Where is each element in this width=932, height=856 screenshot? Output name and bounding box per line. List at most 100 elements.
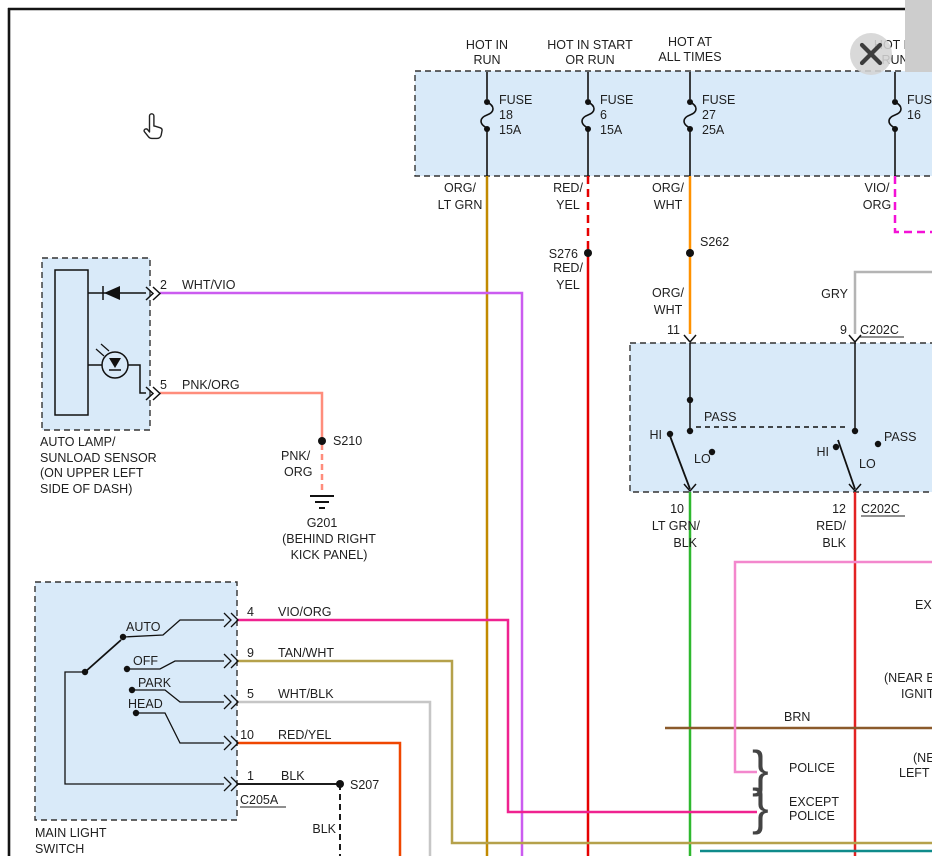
wire-label: ORG/ bbox=[444, 181, 476, 195]
label-pass-left: PASS bbox=[704, 410, 736, 424]
pin-number-1: 1 bbox=[247, 769, 254, 783]
pin-number-11: 11 bbox=[667, 323, 680, 337]
label-police: POLICE bbox=[789, 761, 835, 775]
position-label-auto: AUTO bbox=[126, 620, 161, 634]
supply-label: OR RUN bbox=[565, 53, 614, 67]
splice-label-s262: S262 bbox=[700, 235, 729, 249]
connector-label-c202c-top[interactable]: C202C bbox=[860, 323, 899, 337]
contact-hi-right bbox=[833, 444, 839, 450]
fuse-amps: 25A bbox=[702, 123, 725, 137]
sunload-sensor-box bbox=[42, 258, 150, 430]
fuse-number: 27 bbox=[702, 108, 716, 122]
partial-label-ne: (NE bbox=[913, 751, 932, 765]
pin-number-2: 2 bbox=[160, 278, 167, 292]
wire-label: ORG/ bbox=[652, 286, 684, 300]
sensor-caption: (ON UPPER LEFT bbox=[40, 466, 144, 480]
pin-number-10: 10 bbox=[240, 728, 254, 742]
wire-label-blk: BLK bbox=[281, 769, 305, 783]
fuse-name: FUSE bbox=[600, 93, 633, 107]
supply-label: ALL TIMES bbox=[658, 50, 721, 64]
label-lo-left: LO bbox=[694, 452, 711, 466]
wire-label-ltgrn-blk: LT GRN/ bbox=[652, 519, 701, 533]
switch-caption: SWITCH bbox=[35, 842, 84, 856]
wire-label: RED/ bbox=[553, 181, 583, 195]
wiring-diagram-viewer: HOT IN RUN HOT IN START OR RUN HOT AT AL… bbox=[0, 0, 932, 856]
wire-label-vio-org: VIO/ORG bbox=[278, 605, 331, 619]
wire-label: ORG bbox=[863, 198, 891, 212]
contact-auto bbox=[120, 634, 126, 640]
label-except-police: POLICE bbox=[789, 809, 835, 823]
brace-except-police: } bbox=[752, 779, 769, 835]
pin-number-9: 9 bbox=[247, 646, 254, 660]
splice-dot-s207 bbox=[336, 780, 344, 788]
sensor-caption: SUNLOAD SENSOR bbox=[40, 451, 157, 465]
supply-label: HOT IN bbox=[466, 38, 508, 52]
wire-label-blk-bottom: BLK bbox=[312, 822, 336, 836]
wire-label-red-yel: RED/YEL bbox=[278, 728, 332, 742]
position-label-park: PARK bbox=[138, 676, 172, 690]
partial-label-near: (NEAR BR bbox=[884, 671, 932, 685]
partial-label-left: LEFT F bbox=[899, 766, 932, 780]
wire-label-red-blk: RED/ bbox=[816, 519, 846, 533]
wire-label: PNK/ bbox=[281, 449, 311, 463]
fuse-number: 6 bbox=[600, 108, 607, 122]
wire-label: WHT bbox=[654, 303, 683, 317]
ground-label-g201: G201 bbox=[307, 516, 338, 530]
sensor-caption: SIDE OF DASH) bbox=[40, 482, 132, 496]
pin-number-12: 12 bbox=[832, 502, 846, 516]
contact-park bbox=[129, 687, 135, 693]
switch-pivot bbox=[82, 669, 88, 675]
wire-label: LT GRN bbox=[438, 198, 483, 212]
pin-number-5: 5 bbox=[160, 378, 167, 392]
sensor-caption: AUTO LAMP/ bbox=[40, 435, 116, 449]
ground-location: (BEHIND RIGHT bbox=[282, 532, 376, 546]
splice-dot-s276 bbox=[584, 249, 592, 257]
position-label-off: OFF bbox=[133, 654, 158, 668]
label-lo-right: LO bbox=[859, 457, 876, 471]
wire-label: YEL bbox=[556, 198, 580, 212]
connector-label-c202c-bottom[interactable]: C202C bbox=[861, 502, 900, 516]
wire-label-pnk-org: PNK/ORG bbox=[182, 378, 240, 392]
wire-label: VIO/ bbox=[864, 181, 890, 195]
partial-label-ex: EX bbox=[915, 598, 932, 612]
fuse-amps: 15A bbox=[499, 123, 522, 137]
fuse-name: FUSE bbox=[907, 93, 932, 107]
splice-dot-s210 bbox=[318, 437, 326, 445]
splice-label-s210: S210 bbox=[333, 434, 362, 448]
supply-label: RUN bbox=[473, 53, 500, 67]
connector-label-c205a[interactable]: C205A bbox=[240, 793, 279, 807]
wire-label-wht-vio: WHT/VIO bbox=[182, 278, 236, 292]
wire-label: RED/ bbox=[553, 261, 583, 275]
pin-number-4: 4 bbox=[247, 605, 254, 619]
fuse-name: FUSE bbox=[702, 93, 735, 107]
fuse-name: FUSE bbox=[499, 93, 532, 107]
wire-label-red-blk: BLK bbox=[822, 536, 846, 550]
contact-pass-right bbox=[875, 441, 881, 447]
wire-label: ORG bbox=[284, 465, 312, 479]
wire-label: ORG/ bbox=[652, 181, 684, 195]
pin-number-9: 9 bbox=[840, 323, 847, 337]
wire-label-wht-blk: WHT/BLK bbox=[278, 687, 334, 701]
fuse-amps: 15A bbox=[600, 123, 623, 137]
wire-label-tan-wht: TAN/WHT bbox=[278, 646, 334, 660]
contact-off bbox=[124, 666, 130, 672]
wire-label-brn: BRN bbox=[784, 710, 810, 724]
wire-label-gry: GRY bbox=[821, 287, 849, 301]
supply-label: HOT AT bbox=[668, 35, 712, 49]
wire-label: YEL bbox=[556, 278, 580, 292]
position-label-head: HEAD bbox=[128, 697, 163, 711]
close-button[interactable] bbox=[850, 33, 892, 75]
pin-number-10: 10 bbox=[670, 502, 684, 516]
wire-label-ltgrn-blk: BLK bbox=[673, 536, 697, 550]
viewer-chrome-corner bbox=[905, 0, 932, 72]
label-hi-right: HI bbox=[817, 445, 830, 459]
label-hi-left: HI bbox=[650, 428, 663, 442]
fuse-number: 16 bbox=[907, 108, 921, 122]
label-pass-right: PASS bbox=[884, 430, 916, 444]
wire-label: WHT bbox=[654, 198, 683, 212]
pin-number-5: 5 bbox=[247, 687, 254, 701]
splice-label-s276: S276 bbox=[549, 247, 578, 261]
partial-label-ignit: IGNIT bbox=[901, 687, 932, 701]
ground-location: KICK PANEL) bbox=[291, 548, 368, 562]
splice-dot-s262 bbox=[686, 249, 694, 257]
